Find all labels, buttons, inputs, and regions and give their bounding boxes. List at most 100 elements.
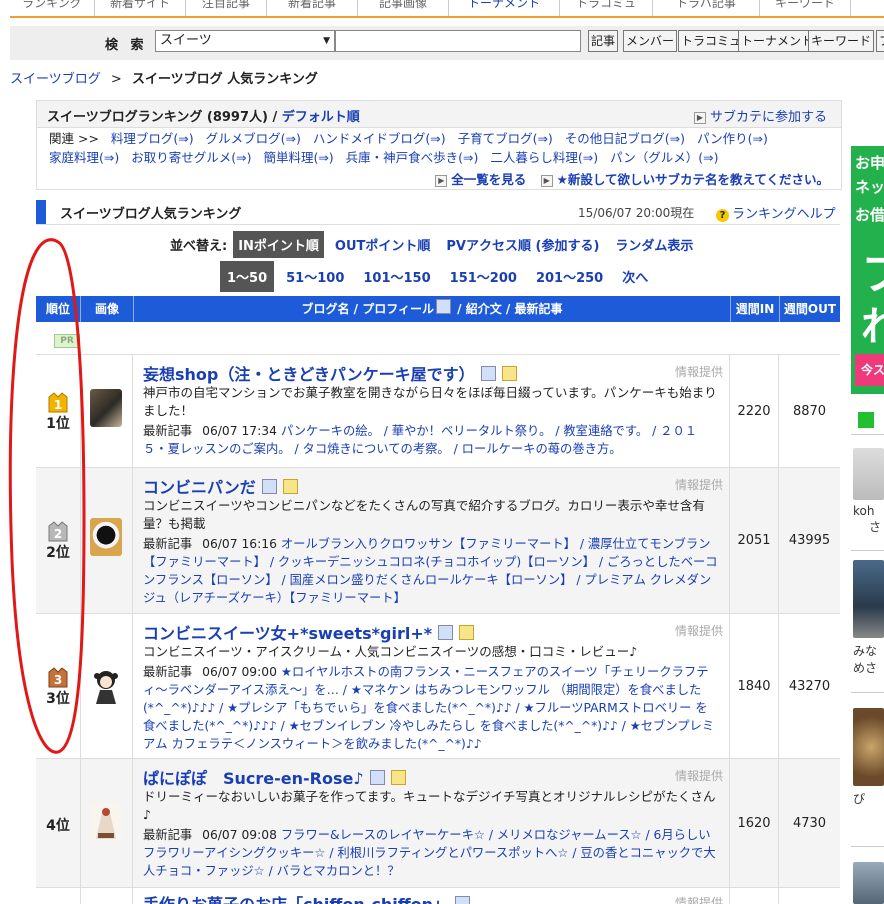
profile-icon[interactable] [455,896,471,904]
side-item-photo[interactable] [853,708,884,786]
sort-in-points[interactable]: INポイント順 [233,230,324,258]
join-subcategory-link[interactable]: ▶ サブカテに参加する [693,106,827,125]
related-link-gourmet[interactable]: グルメブログ(⇒) [206,131,301,146]
search-posts-button[interactable]: 記事 [588,30,619,52]
breadcrumb-current: スイーツブログ 人気ランキング [131,72,318,87]
search-keyword-button[interactable]: キーワード [808,30,875,52]
side-item[interactable] [853,862,884,904]
blog-title-link[interactable]: 手作りお菓子のお店「chiffon-chiffon」 [143,891,471,904]
related-link-couple-cooking[interactable]: 二人暮らし料理(⇒) [490,150,598,165]
category-header: スイーツブログランキング (8997人) / デフォルト順 ▶ サブカテに参加する [37,101,841,128]
profile-icon[interactable] [438,625,454,640]
request-subcategory-link[interactable]: ★新設して欲しいサブカテ名を教えてください。 [557,172,829,187]
related-link-diary[interactable]: その他日記ブログ(⇒) [565,131,685,146]
related-link-bread-making[interactable]: パン作り(⇒) [697,131,768,146]
nav-tab-post-images[interactable]: 記事画像 [358,0,449,16]
related-link-bread-gourmet[interactable]: パン（グルメ）(⇒) [610,150,718,165]
blog-title-text[interactable]: ぱにぽぽ Sucre-en-Rose♪ [143,769,364,788]
blog-thumbnail[interactable] [90,803,122,841]
sort-pv-access[interactable]: PVアクセス順 (参加する) [441,231,604,258]
star-icon[interactable] [459,625,475,640]
side-divider [851,434,884,435]
blog-title-text[interactable]: 妄想shop（注・ときどきパンケーキ屋です） [143,365,475,384]
nav-tab-new-sites[interactable]: 新着サイト [95,0,186,16]
latest-label: 最新記事 [143,424,193,438]
latest-time: 06/07 17:34 [202,424,277,438]
see-all-link[interactable]: 全一覧を見る [451,172,526,187]
related-link-hyogo-kobe[interactable]: 兵庫・神戸食べ歩き(⇒) [346,150,479,165]
related-link-parenting[interactable]: 子育てブログ(⇒) [458,131,553,146]
search-members-button[interactable]: メンバー [623,30,678,52]
profile-icon[interactable] [261,479,277,494]
default-order-link[interactable]: デフォルト順 [282,110,360,125]
nav-tab-trackback[interactable]: トラバ記事 [653,0,760,16]
blog-thumbnail[interactable] [90,389,122,427]
profile-icon[interactable] [369,770,385,785]
blog-title-text[interactable]: 手作りお菓子のお店「chiffon-chiffon」 [143,895,449,904]
pr-badge[interactable]: PR [54,334,80,348]
blog-description: 神戸市の自宅マンションでお菓子教室を開きながら日々をほぼ毎日綴っています。パンケ… [143,385,717,418]
side-divider [851,692,884,693]
nav-tab-ranking[interactable]: ランキング [10,0,95,16]
arrow-right-icon: ▶ [435,175,448,187]
category-box: スイーツブログランキング (8997人) / デフォルト順 ▶ サブカテに参加する… [36,100,842,190]
side-item-text[interactable]: さ [853,518,884,535]
profile-icon[interactable] [480,366,496,381]
side-banner-ad[interactable]: お申 ネッ お借 フ れ 今ス [851,146,884,394]
side-item[interactable]: ぴ [853,708,884,807]
nav-tab-keyword[interactable]: キーワード [760,0,851,16]
blog-title-link[interactable]: ぱにぽぽ Sucre-en-Rose♪ [143,765,406,789]
week-in-value: 2051 [730,468,779,613]
side-item-text[interactable]: めさ [853,659,884,676]
ranking-help-text[interactable]: ランキングヘルプ [732,207,836,222]
related-link-home-cooking[interactable]: 家庭料理(⇒) [49,150,119,165]
blog-thumbnail[interactable] [90,518,122,556]
page-1-50[interactable]: 1～50 [220,260,275,292]
search-tournament-button[interactable]: トーナメント [738,30,817,52]
related-link-cooking[interactable]: 料理ブログ(⇒) [111,131,194,146]
side-item-text[interactable]: koh [853,504,884,518]
search-more-button[interactable]: プ [876,30,884,52]
nav-tab-new-posts[interactable]: 新着記事 [267,0,358,16]
page-51-100[interactable]: 51～100 [279,261,351,292]
blog-thumbnail[interactable] [90,666,122,704]
rank-number: 2位 [46,545,70,561]
related-link-easy-cooking[interactable]: 簡単料理(⇒) [263,150,333,165]
page-151-200[interactable]: 151～200 [443,261,524,292]
join-subcategory-text[interactable]: サブカテに参加する [710,110,827,125]
side-item-photo[interactable] [853,448,884,500]
nav-tab-tournament[interactable]: トーナメント [449,0,560,16]
side-item-photo[interactable] [853,862,884,904]
sort-out-points[interactable]: OUTポイント順 [330,231,435,258]
nav-tab-featured[interactable]: 注目記事 [186,0,267,16]
side-item-text[interactable]: ぴ [853,790,884,807]
page-101-150[interactable]: 101～150 [356,261,437,292]
blog-title-text[interactable]: コンビニパンだ [143,478,256,497]
ranking-help-link[interactable]: ? ランキングヘルプ [716,203,836,222]
side-item-text[interactable]: みな [853,642,884,659]
blog-title-link[interactable]: コンビニスイーツ女+*sweets*girl+* [143,620,475,644]
side-item-photo[interactable] [853,560,884,638]
search-input[interactable] [335,30,581,52]
blog-title-link[interactable]: コンビニパンだ [143,474,298,498]
related-link-mail-order[interactable]: お取り寄せグルメ(⇒) [131,150,251,165]
star-icon[interactable] [282,479,298,494]
search-tracomu-button[interactable]: トラコミュ [678,30,745,52]
sort-label: 並べ替え: [170,238,228,254]
blog-title-link[interactable]: 妄想shop（注・ときどきパンケーキ屋です） [143,361,517,385]
nav-tab-tracomu[interactable]: トラコミュ [560,0,653,16]
banner-button[interactable]: 今ス [855,354,884,386]
page-next[interactable]: 次へ [615,261,655,292]
star-icon[interactable] [390,770,406,785]
blog-title-text[interactable]: コンビニスイーツ女+*sweets*girl+* [143,624,432,643]
star-icon[interactable] [501,366,517,381]
related-link-handmade[interactable]: ハンドメイドブログ(⇒) [313,131,446,146]
page-201-250[interactable]: 201～250 [529,261,610,292]
breadcrumb-parent-link[interactable]: スイーツブログ [10,72,101,87]
side-item[interactable]: みな めさ [853,560,884,676]
col-image: 画像 [81,296,134,322]
search-category-select[interactable]: スイーツ ▼ [155,30,335,52]
week-in-value: 2220 [730,355,779,467]
side-item[interactable]: koh さ [853,448,884,535]
sort-random[interactable]: ランダム表示 [610,231,698,258]
